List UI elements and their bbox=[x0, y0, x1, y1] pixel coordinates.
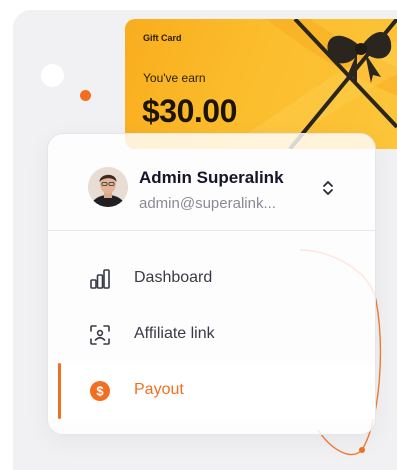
gift-card[interactable]: Gift Card You've earn $30.00 bbox=[125, 19, 397, 149]
gift-card-label: Gift Card bbox=[143, 33, 182, 43]
bar-chart-icon bbox=[90, 269, 110, 289]
account-menu: Admin Superalink admin@superalink... Das… bbox=[47, 133, 376, 435]
gift-card-earn-text: You've earn bbox=[143, 71, 206, 85]
nav-item-affiliate-link-label: Affiliate link bbox=[134, 325, 215, 342]
account-switcher[interactable]: Admin Superalink admin@superalink... bbox=[48, 134, 375, 231]
account-email: admin@superalink... bbox=[139, 195, 276, 212]
nav-item-dashboard[interactable]: Dashboard bbox=[48, 251, 375, 307]
dollar-circle-icon: $ bbox=[90, 381, 110, 401]
decorative-dot-orange bbox=[80, 90, 91, 101]
scan-link-icon bbox=[90, 325, 110, 345]
decorative-dot-white bbox=[41, 64, 64, 87]
user-avatar bbox=[88, 167, 128, 207]
chevron-up-down-icon[interactable] bbox=[320, 179, 336, 197]
account-name: Admin Superalink bbox=[139, 168, 284, 187]
active-indicator bbox=[58, 363, 61, 419]
nav-item-affiliate-link[interactable]: Affiliate link bbox=[48, 307, 375, 363]
svg-text:$: $ bbox=[96, 384, 104, 399]
gift-card-amount: $30.00 bbox=[142, 93, 237, 129]
nav-item-payout[interactable]: $ Payout bbox=[48, 363, 375, 419]
nav-item-payout-label: Payout bbox=[134, 381, 184, 398]
nav-item-dashboard-label: Dashboard bbox=[134, 269, 213, 286]
